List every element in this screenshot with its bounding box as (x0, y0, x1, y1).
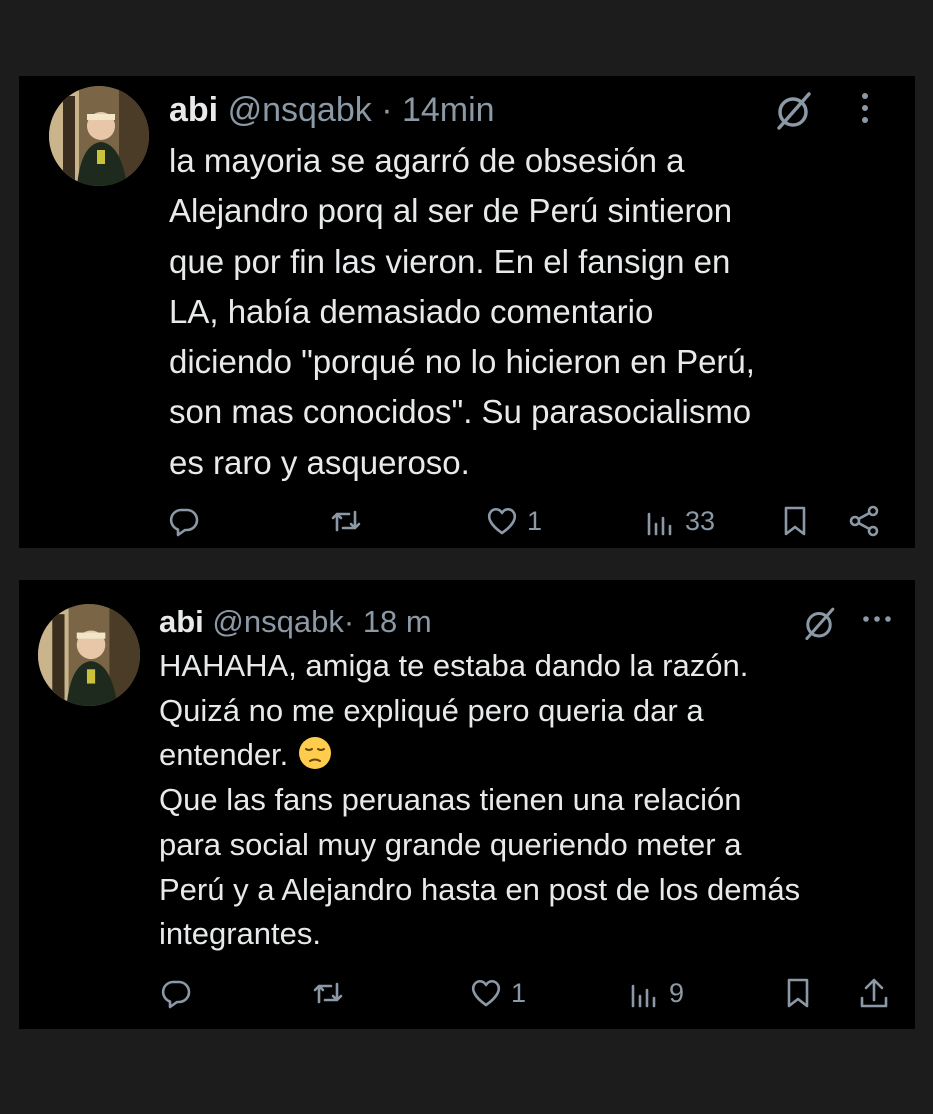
like-count: 1 (527, 505, 543, 536)
upload-button[interactable] (857, 976, 891, 1010)
tweet-actions: 1 9 (19, 976, 915, 1020)
display-name[interactable]: abi (169, 91, 218, 129)
avatar[interactable] (38, 604, 140, 706)
tweet-text-part: HAHAHA, amiga te estaba dando la razón. … (159, 648, 749, 773)
bookmark-button[interactable] (781, 976, 815, 1010)
retweet-icon (331, 510, 361, 532)
bookmark-icon (787, 978, 809, 1008)
display-name[interactable]: abi (159, 604, 204, 639)
share-button[interactable] (847, 504, 881, 538)
like-button[interactable]: 1 (485, 504, 542, 538)
views-icon (631, 984, 656, 1008)
avatar-photo (49, 86, 149, 186)
share-icon (849, 505, 879, 537)
tweet-header: abi @nsqabk· 18 m (159, 600, 432, 644)
tweet-header: abi @nsqabk · 14min (169, 86, 495, 134)
timestamp[interactable]: 14min (402, 91, 495, 129)
reply-icon (161, 980, 191, 1009)
tweet-text-part: Que las fans peruanas tienen una relació… (159, 782, 801, 952)
retweet-button[interactable] (329, 504, 363, 538)
views-button[interactable]: 33 (643, 504, 715, 538)
like-count: 1 (511, 977, 527, 1008)
views-button[interactable]: 9 (627, 976, 684, 1010)
more-horizontal-icon[interactable] (859, 610, 895, 628)
separator: · (343, 604, 355, 639)
retweet-icon (313, 982, 343, 1004)
reply-icon (169, 508, 199, 537)
user-handle[interactable]: @nsqabk (228, 91, 372, 129)
tweet-actions: 1 33 (19, 504, 915, 548)
tweet-text: HAHAHA, amiga te estaba dando la razón. … (159, 644, 899, 957)
retweet-button[interactable] (311, 976, 345, 1010)
avatar[interactable] (49, 86, 149, 186)
view-count: 33 (685, 505, 716, 536)
circle-slash-icon[interactable] (771, 88, 815, 132)
timestamp[interactable]: 18 m (363, 604, 432, 639)
user-handle[interactable]: @nsqabk (212, 604, 343, 639)
heart-icon (471, 979, 501, 1007)
view-count: 9 (669, 977, 685, 1008)
reply-button[interactable] (167, 504, 201, 538)
tweet-card[interactable]: abi @nsqabk · 14min la mayoria se agarró… (19, 76, 915, 548)
like-button[interactable]: 1 (469, 976, 526, 1010)
reply-button[interactable] (159, 976, 193, 1010)
avatar-photo (38, 604, 140, 706)
upload-icon (860, 978, 888, 1008)
bookmark-icon (784, 506, 806, 536)
tweet-text: la mayoria se agarró de obsesión a Aleja… (169, 142, 755, 481)
bookmark-button[interactable] (778, 504, 812, 538)
more-vertical-icon[interactable] (855, 88, 875, 128)
pensive-face-icon (298, 737, 331, 770)
separator: · (381, 91, 393, 129)
views-icon (647, 512, 672, 536)
tweet-card[interactable]: abi @nsqabk· 18 m HAHAHA, amiga te estab… (19, 580, 915, 1029)
circle-slash-icon[interactable] (800, 604, 838, 642)
heart-icon (487, 507, 517, 535)
